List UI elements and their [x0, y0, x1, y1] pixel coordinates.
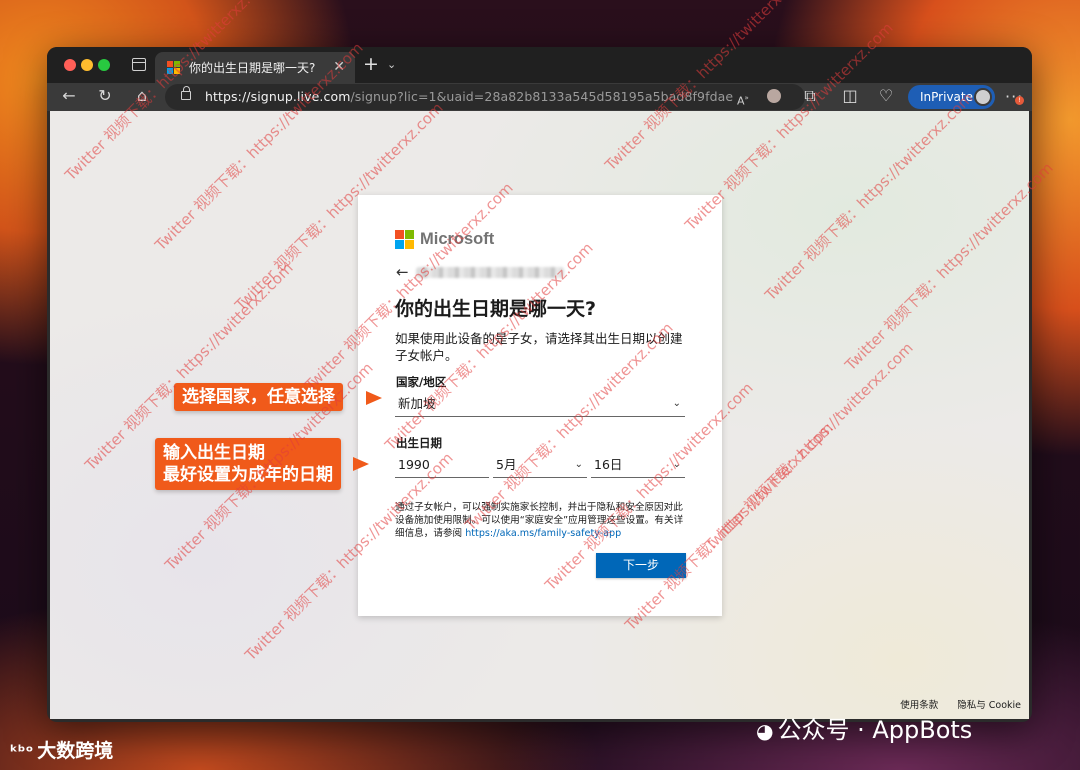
blurred-identity [416, 267, 564, 278]
footer-links: 使用条款 隐私与 Cookie [884, 697, 1021, 711]
tab-actions-icon[interactable] [132, 58, 146, 71]
page-description: 如果使用此设备的是子女，请选择其出生日期以创建子女帐户。 [395, 331, 683, 363]
bottom-left-watermark: ᵏᵇᵒ 大数跨境 [10, 740, 114, 762]
brand-name: Microsoft [420, 230, 495, 248]
browser-essentials-icon[interactable]: ♡ [875, 86, 897, 106]
family-safety-notice: 通过子女帐户，可以强制实施家长控制，并出于隐私和安全原因对此设备施加使用限制。可… [395, 502, 684, 539]
birth-year-input[interactable]: 1990 [395, 452, 489, 478]
new-tab-icon[interactable]: + [363, 55, 379, 74]
country-select[interactable]: 新加坡 ⌄ [395, 391, 685, 417]
next-button[interactable]: 下一步 [596, 553, 686, 578]
country-callout: 选择国家，任意选择 [174, 383, 343, 411]
birth-day-select[interactable]: 16日 ⌄ [591, 452, 685, 478]
bottom-right-watermark: ◕ 公众号 · AppBots [756, 716, 973, 744]
lock-icon[interactable] [181, 86, 191, 100]
url-text[interactable]: https://signup.live.com/signup?lic=1&uai… [205, 89, 733, 104]
birthdate-callout: 输入出生日期 最好设置为成年的日期 [155, 438, 341, 490]
birthdate-label: 出生日期 [396, 436, 442, 450]
close-window-button[interactable] [64, 59, 76, 71]
microsoft-logo-icon [395, 230, 414, 249]
country-label: 国家/地区 [396, 375, 447, 389]
extensions-icon[interactable]: ⧉ [799, 86, 821, 106]
tab-close-icon[interactable]: ✕ [333, 59, 345, 75]
split-screen-icon[interactable]: ◫ [839, 86, 861, 106]
notification-badge: ! [1015, 96, 1024, 105]
inprivate-button[interactable]: InPrivate [908, 85, 995, 109]
profile-circle-icon[interactable] [763, 87, 785, 105]
chevron-down-icon: ⌄ [672, 459, 681, 470]
brand-logo-icon: ᵏᵇᵒ [10, 742, 34, 761]
avatar [974, 88, 992, 106]
address-bar[interactable]: https://signup.live.com/signup?lic=1&uai… [165, 84, 805, 110]
minimize-window-button[interactable] [81, 59, 93, 71]
tab-list-chevron-icon[interactable]: ⌄ [387, 58, 396, 71]
birth-month-select[interactable]: 5月 ⌄ [493, 452, 587, 478]
toolbar: ← ↻ ⌂ https://signup.live.com/signup?lic… [47, 83, 1032, 111]
family-safety-link[interactable]: https://aka.ms/family-safety-app [465, 528, 621, 539]
chevron-down-icon: ⌄ [574, 459, 583, 470]
wechat-icon: ◕ [756, 719, 774, 743]
back-arrow-icon[interactable]: ← [396, 263, 409, 281]
birthdate-callout-arrow [353, 457, 369, 471]
tab-title: 你的出生日期是哪一天? [189, 61, 316, 75]
page-content: Microsoft ← 你的出生日期是哪一天? 如果使用此设备的是子女，请选择其… [50, 111, 1029, 719]
microsoft-brand: Microsoft [395, 230, 494, 249]
tab-active[interactable]: 你的出生日期是哪一天? ✕ [155, 52, 355, 83]
maximize-window-button[interactable] [98, 59, 110, 71]
signup-card: Microsoft ← 你的出生日期是哪一天? 如果使用此设备的是子女，请选择其… [358, 195, 722, 616]
back-icon[interactable]: ← [58, 86, 80, 106]
page-title: 你的出生日期是哪一天? [395, 298, 597, 320]
read-aloud-icon[interactable]: A» [737, 88, 749, 112]
refresh-icon[interactable]: ↻ [94, 86, 116, 106]
microsoft-favicon-icon [167, 61, 180, 74]
country-callout-arrow [366, 391, 382, 405]
tab-bar: 你的出生日期是哪一天? ✕ + ⌄ [47, 47, 1032, 83]
home-icon[interactable]: ⌂ [131, 86, 153, 106]
chevron-down-icon: ⌄ [672, 398, 681, 409]
